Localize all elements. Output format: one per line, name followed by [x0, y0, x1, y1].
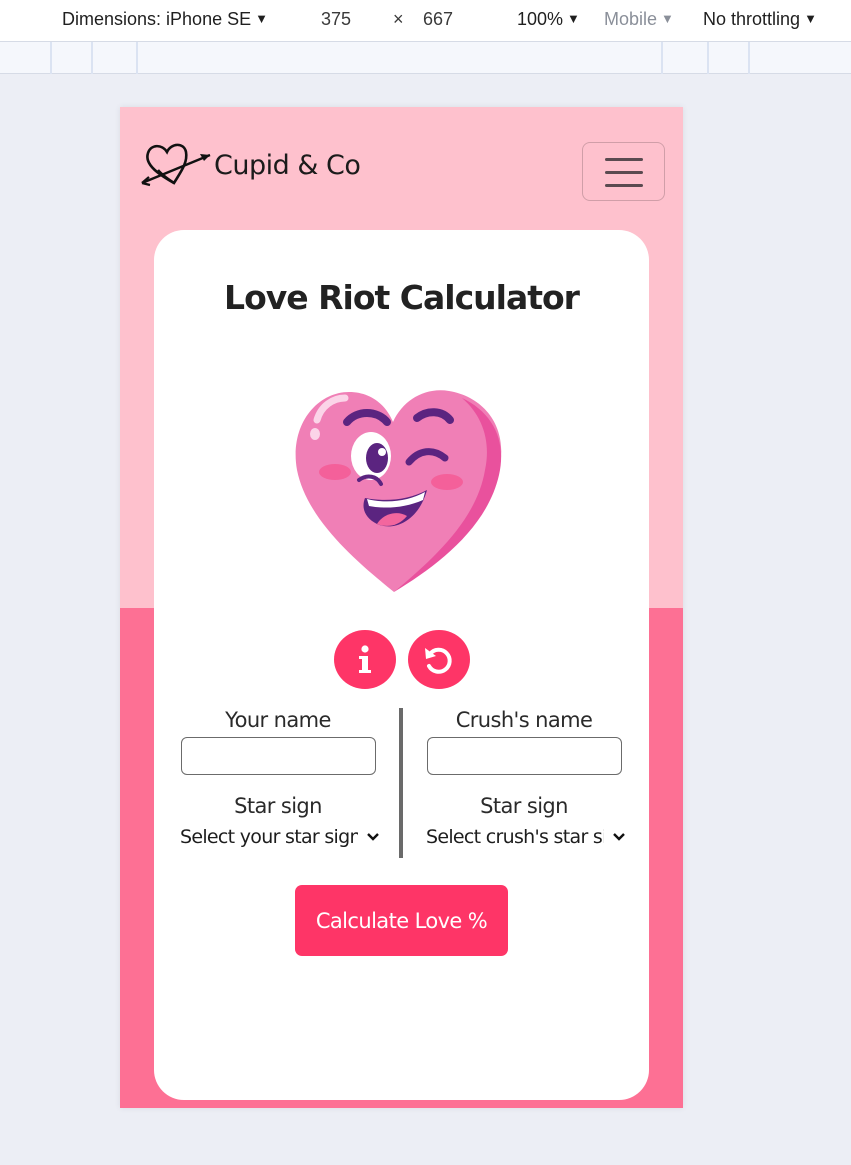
caret-down-icon: ▼	[567, 11, 580, 26]
media-query-ruler[interactable]	[0, 42, 851, 74]
reset-icon	[425, 647, 452, 674]
your-star-sign-value: Select your star sign	[180, 826, 358, 848]
devtools-toolbar: Dimensions: iPhone SE ▼ 375 × 667 100% ▼ M…	[0, 0, 851, 42]
device-type-label: Mobile	[604, 9, 658, 29]
crush-star-sign-select[interactable]: Select crush's star sign	[426, 826, 626, 852]
throttling-label: No throttling	[703, 9, 801, 29]
menu-toggle-button[interactable]	[582, 142, 665, 201]
your-star-sign-select[interactable]: Select your star sign	[180, 826, 380, 852]
brand-link[interactable]: Cupid & Co	[138, 139, 361, 191]
hamburger-icon	[605, 158, 643, 161]
your-star-sign-label: Star sign	[234, 794, 322, 818]
crush-name-label: Crush's name	[455, 708, 593, 732]
dimensions-label: Dimensions: iPhone SE	[62, 9, 252, 29]
info-button[interactable]	[334, 630, 396, 689]
width-input[interactable]: 375	[321, 9, 351, 30]
caret-down-icon: ▼	[255, 11, 268, 26]
reset-button[interactable]	[408, 630, 470, 689]
dimensions-select[interactable]: Dimensions: iPhone SE ▼	[62, 9, 268, 30]
device-viewport: Cupid & Co Love Riot Calculator Your nam…	[120, 107, 683, 1108]
times-symbol: ×	[393, 9, 404, 29]
crush-star-sign-value: Select crush's star sign	[426, 826, 604, 848]
height-input[interactable]: 667	[423, 9, 453, 30]
page-title: Love Riot Calculator	[224, 278, 580, 317]
crush-star-sign-label: Star sign	[480, 794, 568, 818]
calculate-love-button[interactable]: Calculate Love %	[295, 885, 508, 956]
zoom-label: 100%	[517, 9, 564, 29]
winking-heart-icon	[295, 390, 502, 592]
chevron-down-icon	[366, 832, 380, 842]
calculator-card: Love Riot Calculator Your name Star sign…	[154, 230, 649, 1100]
your-name-input[interactable]	[181, 737, 376, 775]
column-divider	[399, 708, 403, 858]
crush-details-column: Crush's name Star sign Select crush's st…	[414, 708, 634, 852]
caret-down-icon: ▼	[804, 11, 817, 26]
chevron-down-icon	[612, 832, 626, 842]
your-details-column: Your name Star sign Select your star sig…	[168, 708, 388, 852]
device-type-select[interactable]: Mobile ▼	[604, 9, 674, 30]
heart-arrow-icon	[141, 143, 211, 187]
caret-down-icon: ▼	[661, 11, 674, 26]
zoom-select[interactable]: 100% ▼	[517, 9, 580, 30]
info-icon	[359, 645, 371, 673]
crush-name-input[interactable]	[427, 737, 622, 775]
throttling-select[interactable]: No throttling ▼	[703, 9, 817, 30]
your-name-label: Your name	[225, 708, 331, 732]
brand-name: Cupid & Co	[214, 149, 361, 181]
navbar: Cupid & Co	[120, 107, 683, 227]
